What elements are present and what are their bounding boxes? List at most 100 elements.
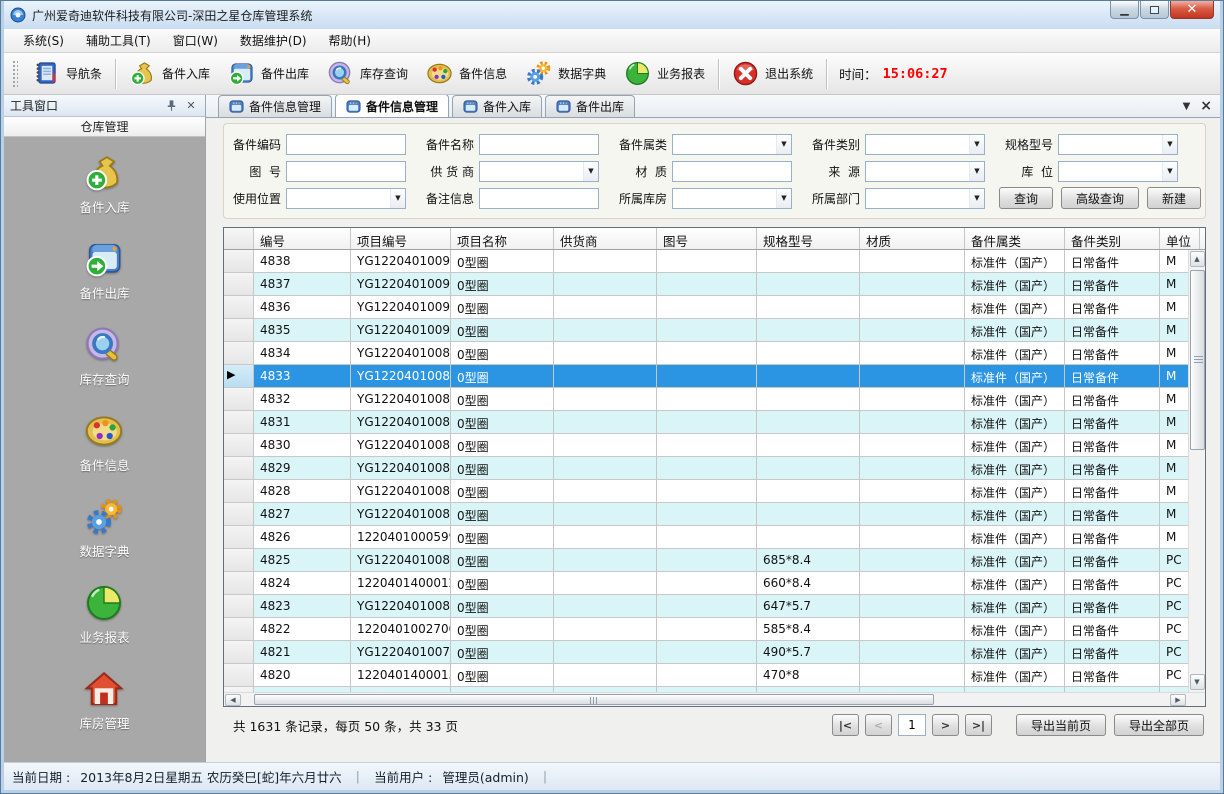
table-cell[interactable]: 0型圈 [451, 526, 554, 548]
table-cell[interactable]: 660*8.4 [757, 572, 860, 594]
table-cell[interactable] [554, 664, 657, 686]
table-cell[interactable]: 4835 [254, 319, 351, 341]
table-cell[interactable]: 1220401400012 [351, 572, 451, 594]
last-page-button[interactable]: >| [965, 714, 992, 736]
table-row[interactable]: 4835YG122040100900型圈标准件（国产）日常备件M [224, 319, 1205, 342]
table-cell[interactable]: 日常备件 [1065, 641, 1160, 663]
sidebar-item-parts-info[interactable]: 备件信息 [79, 411, 129, 474]
table-cell[interactable] [657, 457, 757, 479]
table-cell[interactable]: 标准件（国产） [965, 273, 1065, 295]
table-cell[interactable] [657, 618, 757, 640]
table-cell[interactable] [860, 388, 965, 410]
table-cell[interactable]: YG12204010085 [351, 434, 451, 456]
table-cell[interactable]: YG12204010091 [351, 296, 451, 318]
column-header[interactable]: 编号 [254, 228, 351, 249]
column-header[interactable]: 项目编号 [351, 228, 451, 249]
table-cell[interactable] [860, 526, 965, 548]
table-cell[interactable]: 4837 [254, 273, 351, 295]
part-code-input[interactable] [286, 134, 406, 155]
table-cell[interactable]: 日常备件 [1065, 503, 1160, 525]
horizontal-scrollbar[interactable]: ◀ ▶ [224, 692, 1205, 706]
table-cell[interactable]: 日常备件 [1065, 342, 1160, 364]
table-row[interactable]: 4832YG122040100870型圈标准件（国产）日常备件M [224, 388, 1205, 411]
table-cell[interactable] [860, 664, 965, 686]
table-cell[interactable] [860, 319, 965, 341]
table-cell[interactable] [757, 411, 860, 433]
table-cell[interactable]: 4827 [254, 503, 351, 525]
table-cell[interactable] [657, 411, 757, 433]
table-cell[interactable]: 日常备件 [1065, 319, 1160, 341]
table-cell[interactable]: 1220401002700 [351, 618, 451, 640]
menu-aux-tools[interactable]: 辅助工具(T) [75, 29, 162, 52]
horizontal-scroll-thumb[interactable] [254, 694, 934, 705]
table-cell[interactable] [554, 549, 657, 571]
table-cell[interactable]: 0型圈 [451, 549, 554, 571]
row-selector[interactable] [224, 595, 254, 617]
row-selector[interactable] [224, 503, 254, 525]
table-row[interactable]: 4827YG122040100820型圈标准件（国产）日常备件M [224, 503, 1205, 526]
toolbar-exit-system[interactable]: 退出系统 [723, 56, 822, 91]
table-row[interactable]: 4834YG122040100890型圈标准件（国产）日常备件M [224, 342, 1205, 365]
table-cell[interactable]: 0型圈 [451, 641, 554, 663]
drawing-no-input[interactable] [286, 161, 406, 182]
table-cell[interactable]: 标准件（国产） [965, 457, 1065, 479]
row-selector[interactable] [224, 273, 254, 295]
table-cell[interactable] [860, 296, 965, 318]
prev-page-button[interactable]: < [865, 714, 892, 736]
part-category-combo[interactable]: ▼ [672, 134, 792, 155]
table-cell[interactable] [860, 503, 965, 525]
table-cell[interactable]: 日常备件 [1065, 434, 1160, 456]
toolbar-stock-in[interactable]: 备件入库 [120, 56, 219, 91]
tab-list-dropdown-icon[interactable]: ▼ [1183, 101, 1191, 112]
table-cell[interactable]: 0型圈 [451, 457, 554, 479]
table-cell[interactable]: 647*5.7 [757, 595, 860, 617]
table-cell[interactable] [657, 480, 757, 502]
table-cell[interactable] [554, 388, 657, 410]
export-all-pages-button[interactable]: 导出全部页 [1114, 714, 1204, 736]
table-cell[interactable] [554, 480, 657, 502]
toolbar-grip[interactable] [12, 60, 18, 88]
table-cell[interactable]: 0型圈 [451, 664, 554, 686]
tab-close-icon[interactable]: × [1200, 98, 1212, 114]
row-selector[interactable] [224, 641, 254, 663]
vertical-scroll-thumb[interactable] [1190, 270, 1205, 450]
query-button[interactable]: 查询 [999, 187, 1053, 209]
table-cell[interactable] [657, 388, 757, 410]
row-selector[interactable] [224, 434, 254, 456]
table-cell[interactable] [860, 572, 965, 594]
table-cell[interactable] [757, 319, 860, 341]
usage-position-combo[interactable]: ▼ [286, 188, 406, 209]
table-cell[interactable]: 4832 [254, 388, 351, 410]
table-cell[interactable] [757, 457, 860, 479]
table-cell[interactable] [757, 250, 860, 272]
tab-stock-in[interactable]: 备件入库 [452, 95, 542, 117]
table-cell[interactable]: 标准件（国产） [965, 572, 1065, 594]
table-cell[interactable]: 标准件（国产） [965, 480, 1065, 502]
table-cell[interactable]: YG12204010081 [351, 549, 451, 571]
table-cell[interactable] [554, 595, 657, 617]
row-selector[interactable] [224, 250, 254, 272]
table-cell[interactable]: 4829 [254, 457, 351, 479]
table-cell[interactable]: YG12204010079 [351, 641, 451, 663]
remark-input[interactable] [479, 188, 599, 209]
table-cell[interactable]: 1220401000599 [351, 526, 451, 548]
table-cell[interactable] [657, 526, 757, 548]
sidebar-item-data-dictionary[interactable]: 数据字典 [79, 497, 129, 560]
tab-stock-out[interactable]: 备件出库 [545, 95, 635, 117]
bin-location-combo[interactable]: ▼ [1058, 161, 1178, 182]
table-cell[interactable]: YG12204010082 [351, 503, 451, 525]
row-selector[interactable] [224, 411, 254, 433]
table-cell[interactable]: 日常备件 [1065, 572, 1160, 594]
column-header[interactable]: 供货商 [554, 228, 657, 249]
table-cell[interactable]: 日常备件 [1065, 595, 1160, 617]
toolbar-parts-info[interactable]: 备件信息 [417, 56, 516, 91]
vertical-scrollbar[interactable]: ▲ ▼ [1188, 250, 1205, 692]
table-cell[interactable]: 4831 [254, 411, 351, 433]
sidebar-item-stock-out[interactable]: 备件出库 [79, 239, 129, 302]
column-header[interactable]: 备件属类 [965, 228, 1065, 249]
table-cell[interactable] [554, 526, 657, 548]
table-cell[interactable]: YG12204010093 [351, 250, 451, 272]
table-row[interactable]: 4821YG122040100790型圈490*5.7标准件（国产）日常备件PC [224, 641, 1205, 664]
row-selector[interactable] [224, 664, 254, 686]
table-cell[interactable] [757, 480, 860, 502]
